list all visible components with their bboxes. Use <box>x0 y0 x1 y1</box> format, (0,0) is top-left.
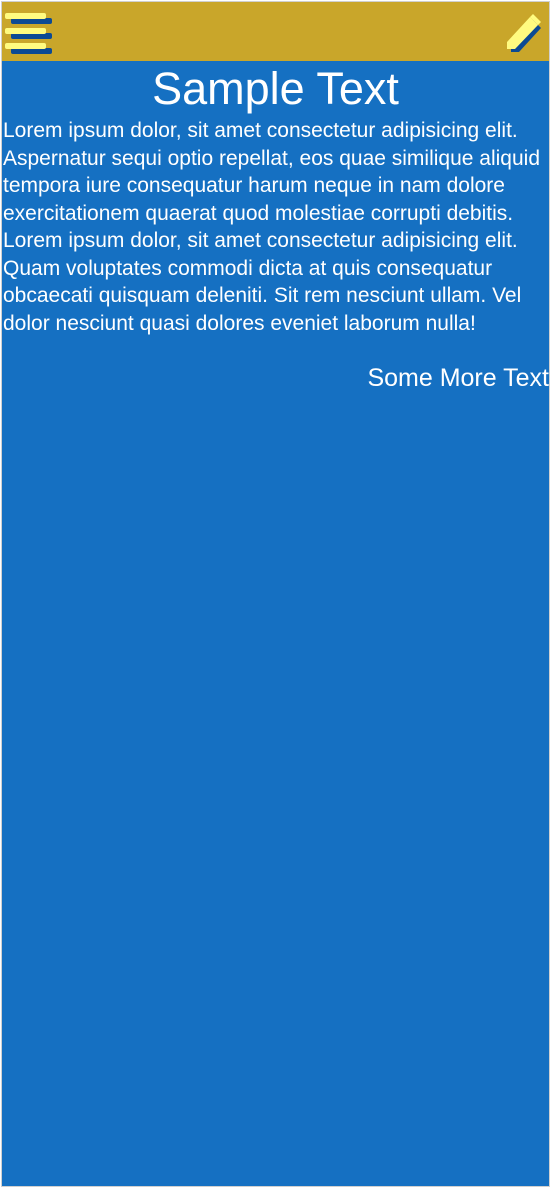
paragraph: Lorem ipsum dolor, sit amet consectetur … <box>3 229 522 335</box>
header <box>2 2 549 61</box>
main-content: Sample Text Lorem ipsum dolor, sit amet … <box>2 61 549 393</box>
paragraph: Lorem ipsum dolor, sit amet consectetur … <box>3 119 540 225</box>
hamburger-menu-icon[interactable] <box>5 12 53 56</box>
page-title: Sample Text <box>152 63 399 114</box>
pencil-icon[interactable] <box>503 12 547 56</box>
more-text: Some More Text <box>367 364 549 392</box>
page: Sample Text Lorem ipsum dolor, sit amet … <box>1 1 550 1187</box>
